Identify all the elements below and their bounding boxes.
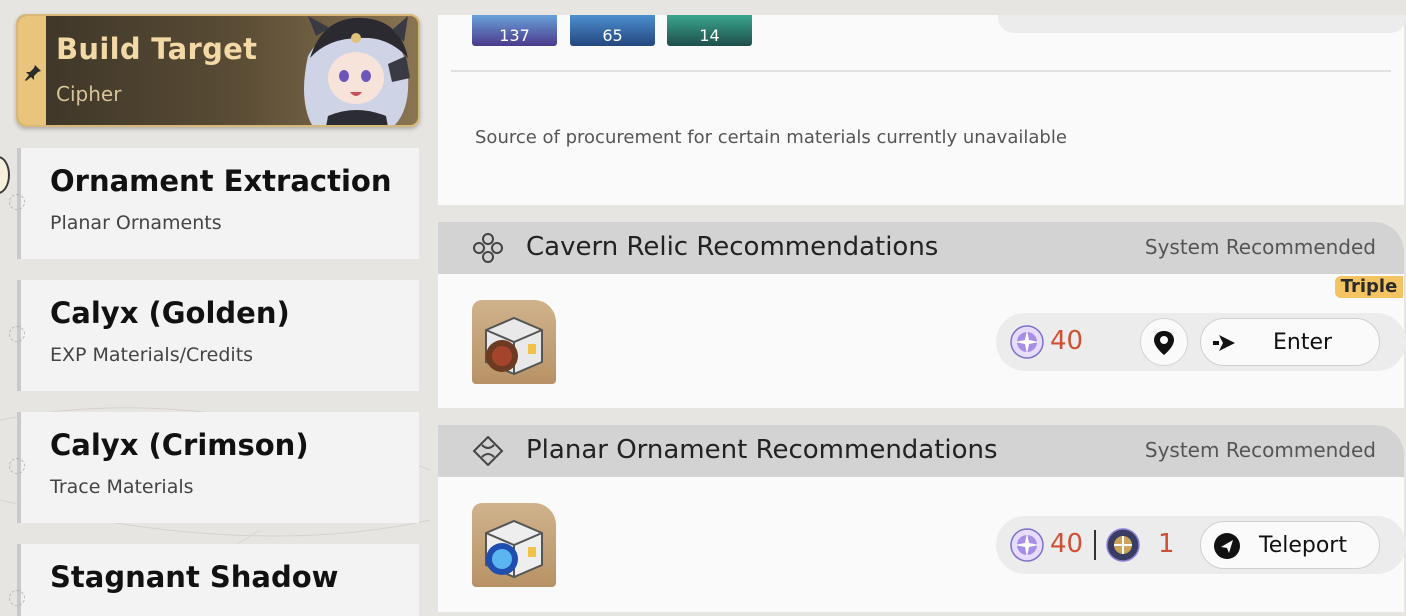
cavern-relic-icon <box>473 233 503 263</box>
planar-ornament-thumbnail[interactable] <box>472 503 556 587</box>
trailblaze-power-icon <box>1010 528 1044 562</box>
material-tile[interactable]: 14 <box>667 15 752 46</box>
fuel-count: 1 <box>1158 529 1175 559</box>
sidebar-item-calyx-crimson[interactable]: Calyx (Crimson) Trace Materials <box>9 412 419 523</box>
sidebar-item-subtitle: EXP Materials/Credits <box>50 344 254 366</box>
teleport-button[interactable]: Teleport <box>1200 521 1380 569</box>
relic-crate-image <box>485 316 543 376</box>
locate-button[interactable] <box>1140 318 1188 366</box>
sidebar-item-title: Ornament Extraction <box>50 164 392 198</box>
cavern-relic-header: Cavern Relic Recommendations System Reco… <box>438 222 1404 274</box>
sidebar-item-title: Calyx (Crimson) <box>50 428 309 462</box>
ornament-crate-image <box>485 519 543 579</box>
character-portrait <box>304 16 410 125</box>
fuel-icon <box>1106 528 1140 562</box>
material-count: 65 <box>602 26 623 45</box>
pin-icon <box>25 65 41 81</box>
material-count: 14 <box>699 26 720 45</box>
power-cost: 40 <box>1050 529 1084 559</box>
panel-divider <box>451 70 1391 72</box>
section-title: Cavern Relic Recommendations <box>526 232 939 262</box>
sidebar-item-dot <box>9 194 25 210</box>
top-action-pill-edge <box>998 15 1406 33</box>
unavailable-notice: Source of procurement for certain materi… <box>475 127 1067 148</box>
teleport-icon <box>1214 533 1240 559</box>
sidebar-item-calyx-golden[interactable]: Calyx (Golden) EXP Materials/Credits <box>9 280 419 391</box>
planar-ornament-header: Planar Ornament Recommendations System R… <box>438 425 1404 477</box>
sidebar-item-ornament-extraction[interactable]: Ornament Extraction Planar Ornaments <box>9 148 419 259</box>
sidebar-item-dot <box>9 590 25 606</box>
cavern-relic-thumbnail[interactable] <box>472 300 556 384</box>
cavern-action-bar: 40 Enter <box>996 313 1406 371</box>
material-tile[interactable]: 65 <box>570 15 655 46</box>
system-recommended-label: System Recommended <box>1144 438 1376 462</box>
sidebar-item-stagnant-shadow[interactable]: Stagnant Shadow <box>9 544 419 616</box>
cost-separator <box>1094 530 1096 560</box>
material-tile[interactable]: 137 <box>472 15 557 46</box>
material-count: 137 <box>499 26 530 45</box>
build-target-card[interactable]: Build Target Cipher <box>16 14 420 127</box>
sidebar-item-subtitle: Planar Ornaments <box>50 212 222 234</box>
planar-ornament-icon <box>472 435 504 467</box>
sidebar-item-dot <box>9 458 25 474</box>
sidebar-item-subtitle: Trace Materials <box>50 476 194 498</box>
triple-drop-badge: Triple <box>1335 276 1403 298</box>
enter-button[interactable]: Enter <box>1200 318 1380 366</box>
system-recommended-label: System Recommended <box>1144 235 1376 259</box>
trailblaze-power-icon <box>1010 325 1044 359</box>
sidebar-item-dot <box>9 326 25 342</box>
sidebar-item-title: Calyx (Golden) <box>50 296 290 330</box>
build-target-character: Cipher <box>56 82 122 106</box>
location-pin-icon <box>1154 331 1174 355</box>
enter-button-label: Enter <box>1273 330 1333 355</box>
power-cost: 40 <box>1050 326 1084 356</box>
build-target-title: Build Target <box>56 32 258 66</box>
teleport-button-label: Teleport <box>1259 533 1347 558</box>
sidebar-item-title: Stagnant Shadow <box>50 560 339 594</box>
planar-action-bar: 40 1 Teleport <box>996 516 1406 574</box>
enter-arrow-icon <box>1213 335 1235 351</box>
section-title: Planar Ornament Recommendations <box>526 435 998 465</box>
